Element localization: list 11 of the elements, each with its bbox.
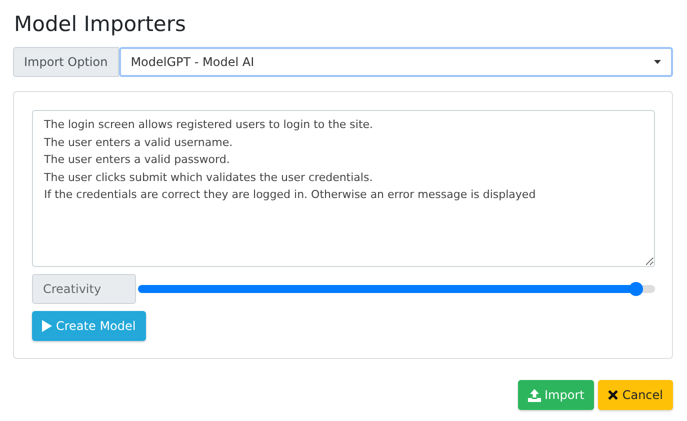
- page-title: Model Importers: [14, 11, 187, 38]
- upload-icon: [528, 388, 541, 402]
- close-icon: [608, 390, 618, 400]
- creativity-label: Creativity: [32, 274, 136, 304]
- description-field[interactable]: The login screen allows registered users to login to the site. The user enters a valid username. The user enters a valid password. The user clicks submit which validates the user credentials. If the credentials are correct they are logged in. Otherwise an error message is displayed: [32, 110, 655, 267]
- import-option-label: Import Option: [13, 47, 119, 77]
- caret-icon: [654, 60, 661, 64]
- import-option-dropdown[interactable]: ModelGPT - Model AI: [118, 47, 673, 77]
- creativity-slider[interactable]: [138, 285, 655, 293]
- play-icon: [42, 320, 52, 332]
- cancel-button[interactable]: Cancel: [598, 380, 673, 410]
